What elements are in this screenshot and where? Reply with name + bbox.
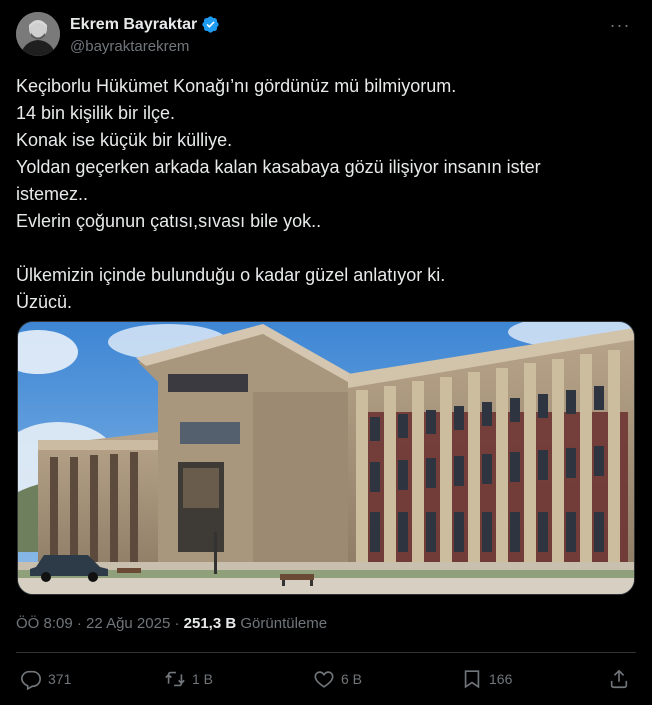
like-count: 6 B <box>341 671 363 687</box>
tweet-line: istemez.. <box>16 184 89 204</box>
tweet-header: Ekrem Bayraktar @bayraktarekrem ··· <box>16 12 636 60</box>
tweet-time[interactable]: ÖÖ 8:09 <box>16 615 73 632</box>
author-handle[interactable]: @bayraktarekrem <box>70 38 189 55</box>
bookmark-count: 166 <box>489 671 513 687</box>
repost-icon <box>165 671 185 687</box>
building-photo <box>18 322 634 594</box>
more-options-button[interactable]: ··· <box>606 16 634 44</box>
repost-button[interactable]: 1 B <box>164 668 213 690</box>
separator: · <box>174 615 180 632</box>
like-button[interactable]: 6 B <box>313 668 362 690</box>
tweet-photo[interactable] <box>17 321 635 595</box>
bookmark-button[interactable]: 166 <box>461 668 512 690</box>
heart-icon <box>314 671 334 688</box>
verified-badge-icon <box>202 16 219 33</box>
avatar-image <box>16 12 60 56</box>
views-label: Görüntüleme <box>240 615 328 632</box>
display-name[interactable]: Ekrem Bayraktar <box>70 16 197 34</box>
views-count: 251,3 B <box>183 615 237 632</box>
tweet-line: Evlerin çoğunun çatısı,sıvası bile yok.. <box>16 211 322 231</box>
tweet-line: Keçiborlu Hükümet Konağı’nı gördünüz mü … <box>16 76 457 96</box>
avatar[interactable] <box>16 12 60 56</box>
reply-icon <box>21 670 41 690</box>
tweet-line: 14 bin kişilik bir ilçe. <box>16 103 176 123</box>
divider <box>16 652 636 653</box>
share-icon <box>610 669 628 689</box>
share-button[interactable] <box>608 668 630 690</box>
action-bar: 371 1 B 6 B 166 <box>16 668 636 696</box>
tweet-line: Üzücü. <box>16 292 73 312</box>
tweet-line <box>16 235 636 262</box>
name-row: Ekrem Bayraktar <box>70 15 220 34</box>
separator: · <box>76 615 82 632</box>
reply-count: 371 <box>48 671 72 687</box>
reply-button[interactable]: 371 <box>20 668 71 690</box>
tweet-meta: ÖÖ 8:09 · 22 Ağu 2025 · 251,3 B Görüntül… <box>16 615 327 632</box>
bookmark-icon <box>464 670 480 689</box>
tweet-line: Ülkemizin içinde bulunduğu o kadar güzel… <box>16 265 446 285</box>
tweet-line: Konak ise küçük bir külliye. <box>16 130 233 150</box>
tweet-line: Yoldan geçerken arkada kalan kasabaya gö… <box>16 157 541 177</box>
repost-count: 1 B <box>192 671 214 687</box>
tweet-date[interactable]: 22 Ağu 2025 <box>86 615 170 632</box>
tweet-text: Keçiborlu Hükümet Konağı’nı gördünüz mü … <box>16 73 636 316</box>
